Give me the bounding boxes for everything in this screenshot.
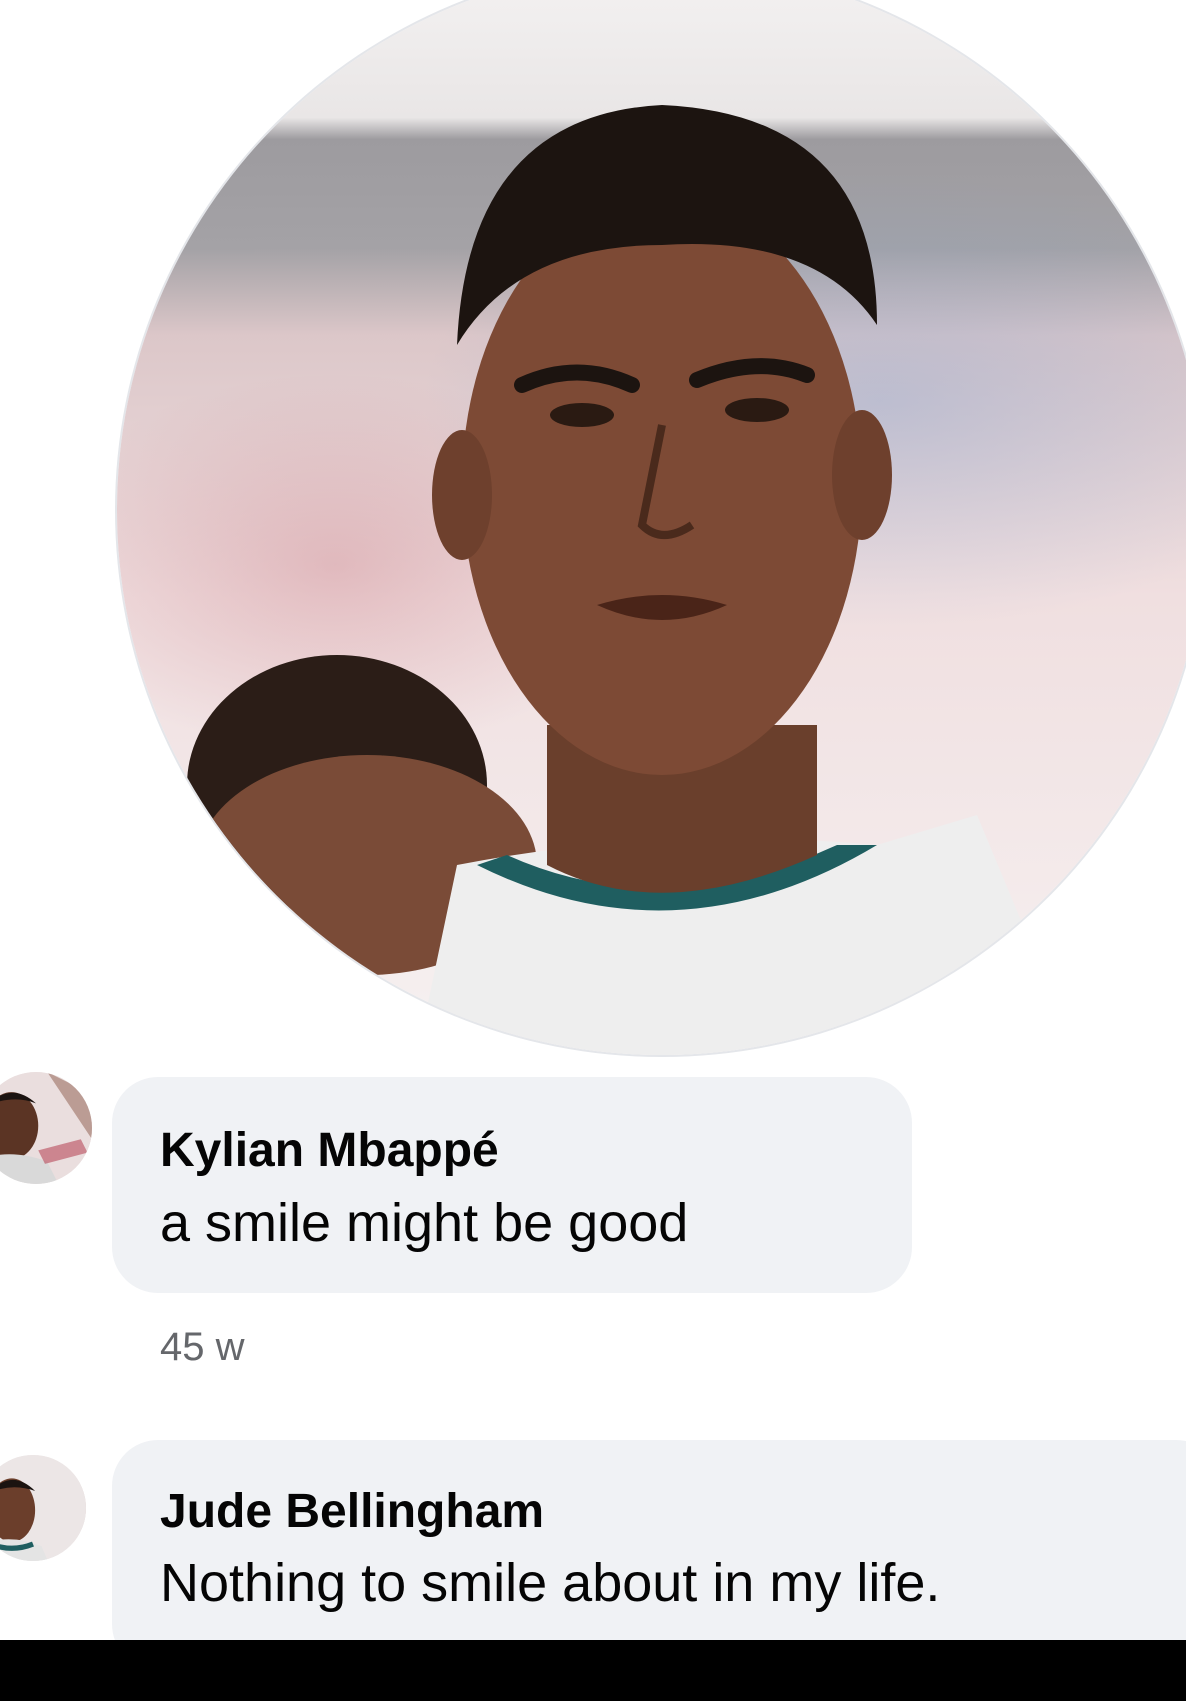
comment-author[interactable]: Kylian Mbappé xyxy=(160,1123,499,1178)
comment-avatar[interactable] xyxy=(0,1455,86,1561)
user-avatar-icon xyxy=(0,1455,86,1561)
comment-text: Nothing to smile about in my life. xyxy=(160,1553,941,1613)
comment-text: a smile might be good xyxy=(160,1193,689,1253)
comment-bubble[interactable]: Kylian Mbappé a smile might be good xyxy=(112,1077,912,1293)
comment-timestamp[interactable]: 45 w xyxy=(160,1325,245,1370)
comment-bubble[interactable]: Jude Bellingham Nothing to smile about i… xyxy=(112,1440,1186,1670)
profile-photo[interactable] xyxy=(117,0,1186,1055)
user-avatar-icon xyxy=(0,1072,92,1184)
portrait-illustration xyxy=(187,105,1077,1055)
comment-avatar[interactable] xyxy=(0,1072,92,1184)
comment-author[interactable]: Jude Bellingham xyxy=(160,1484,544,1539)
bottom-black-bar xyxy=(0,1640,1186,1701)
